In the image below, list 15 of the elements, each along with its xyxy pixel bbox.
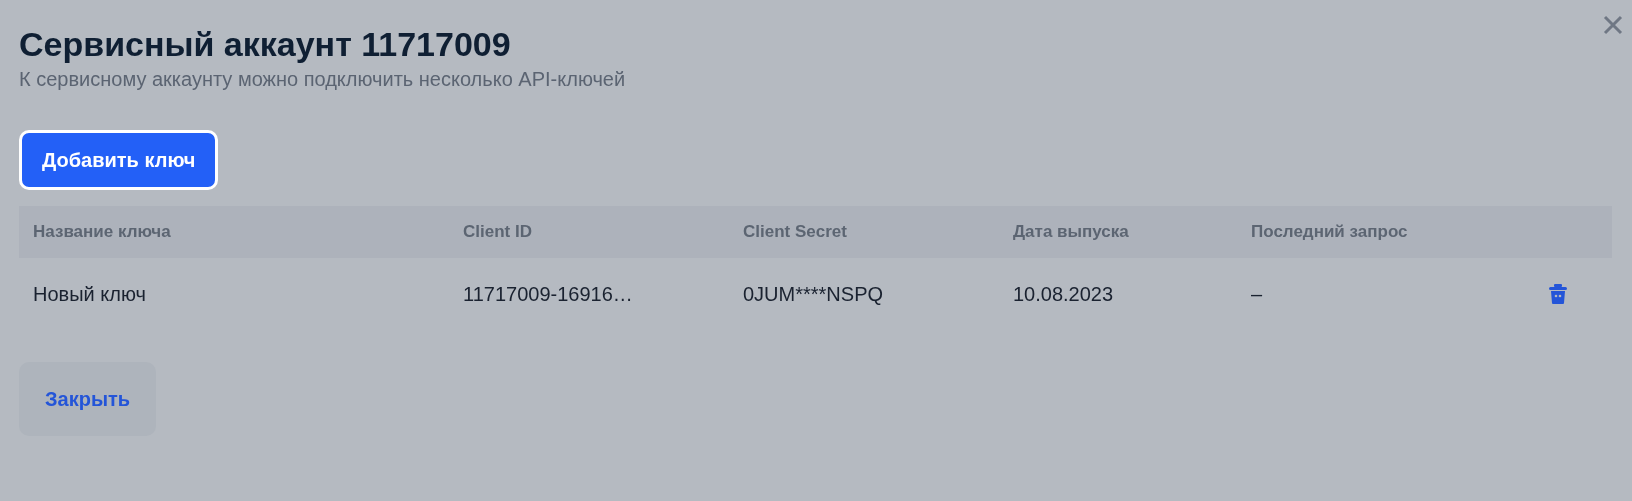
column-header: Client Secret — [743, 222, 847, 242]
add-key-button[interactable]: Добавить ключ — [19, 130, 219, 191]
table-cell: Новый ключ — [33, 283, 146, 306]
delete-icon[interactable] — [1548, 283, 1568, 306]
table-cell: 11717009-16916… — [463, 283, 633, 306]
column-header: Client ID — [463, 222, 532, 242]
close-button[interactable]: Закрыть — [19, 362, 157, 437]
column-header: Название ключа — [33, 222, 171, 242]
column-header: Последний запрос — [1251, 222, 1408, 242]
dialog-subtitle: К сервисному аккаунту можно подключить несколько API-ключей — [19, 67, 627, 93]
table-cell: 0JUM****NSPQ — [743, 283, 884, 306]
column-header: Дата выпуска — [1013, 222, 1129, 242]
table-cell: – — [1251, 283, 1263, 306]
table-cell: 10.08.2023 — [1013, 283, 1114, 306]
dialog-title: Сервисный аккаунт 11717009 — [19, 24, 512, 65]
